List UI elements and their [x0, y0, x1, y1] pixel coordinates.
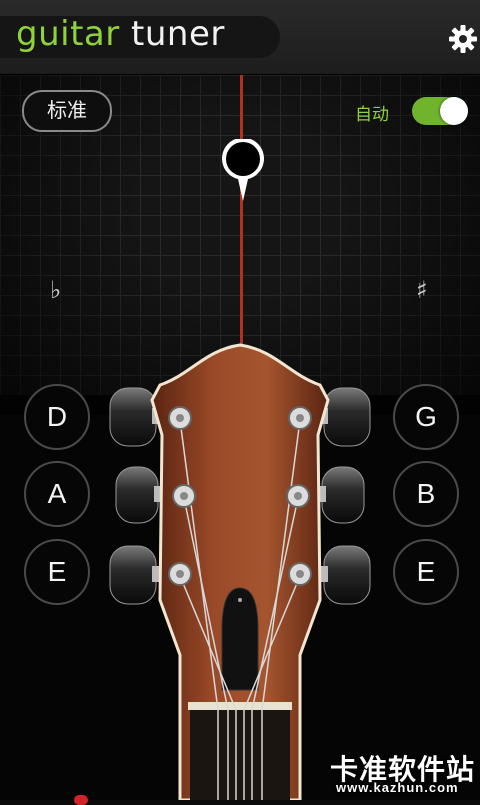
tuning-needle: [240, 75, 243, 375]
app-title: guitar tuner: [16, 12, 225, 56]
toggle-knob: [440, 97, 468, 125]
auto-mode-label: 自动: [355, 105, 389, 124]
auto-mode-toggle[interactable]: [412, 97, 468, 125]
tuning-mode-button[interactable]: 标准: [22, 90, 112, 132]
string-button-high-e[interactable]: E: [393, 539, 459, 605]
string-button-d[interactable]: D: [24, 384, 90, 450]
sharp-icon: ♯: [416, 276, 428, 304]
flat-icon: ♭: [50, 276, 62, 304]
app-title-guitar: guitar: [16, 14, 120, 54]
string-button-b[interactable]: B: [393, 461, 459, 527]
string-button-g[interactable]: G: [393, 384, 459, 450]
gear-icon[interactable]: [446, 22, 480, 56]
red-indicator: [74, 795, 88, 805]
app-title-tuner: tuner: [131, 14, 225, 54]
guitar-headstock: [100, 340, 380, 802]
watermark-url: www.kazhun.com: [336, 780, 459, 795]
string-button-a[interactable]: A: [24, 461, 90, 527]
string-button-low-e[interactable]: E: [24, 539, 90, 605]
needle-indicator-bubble: [220, 137, 266, 203]
app-header: guitar tuner: [0, 0, 480, 75]
